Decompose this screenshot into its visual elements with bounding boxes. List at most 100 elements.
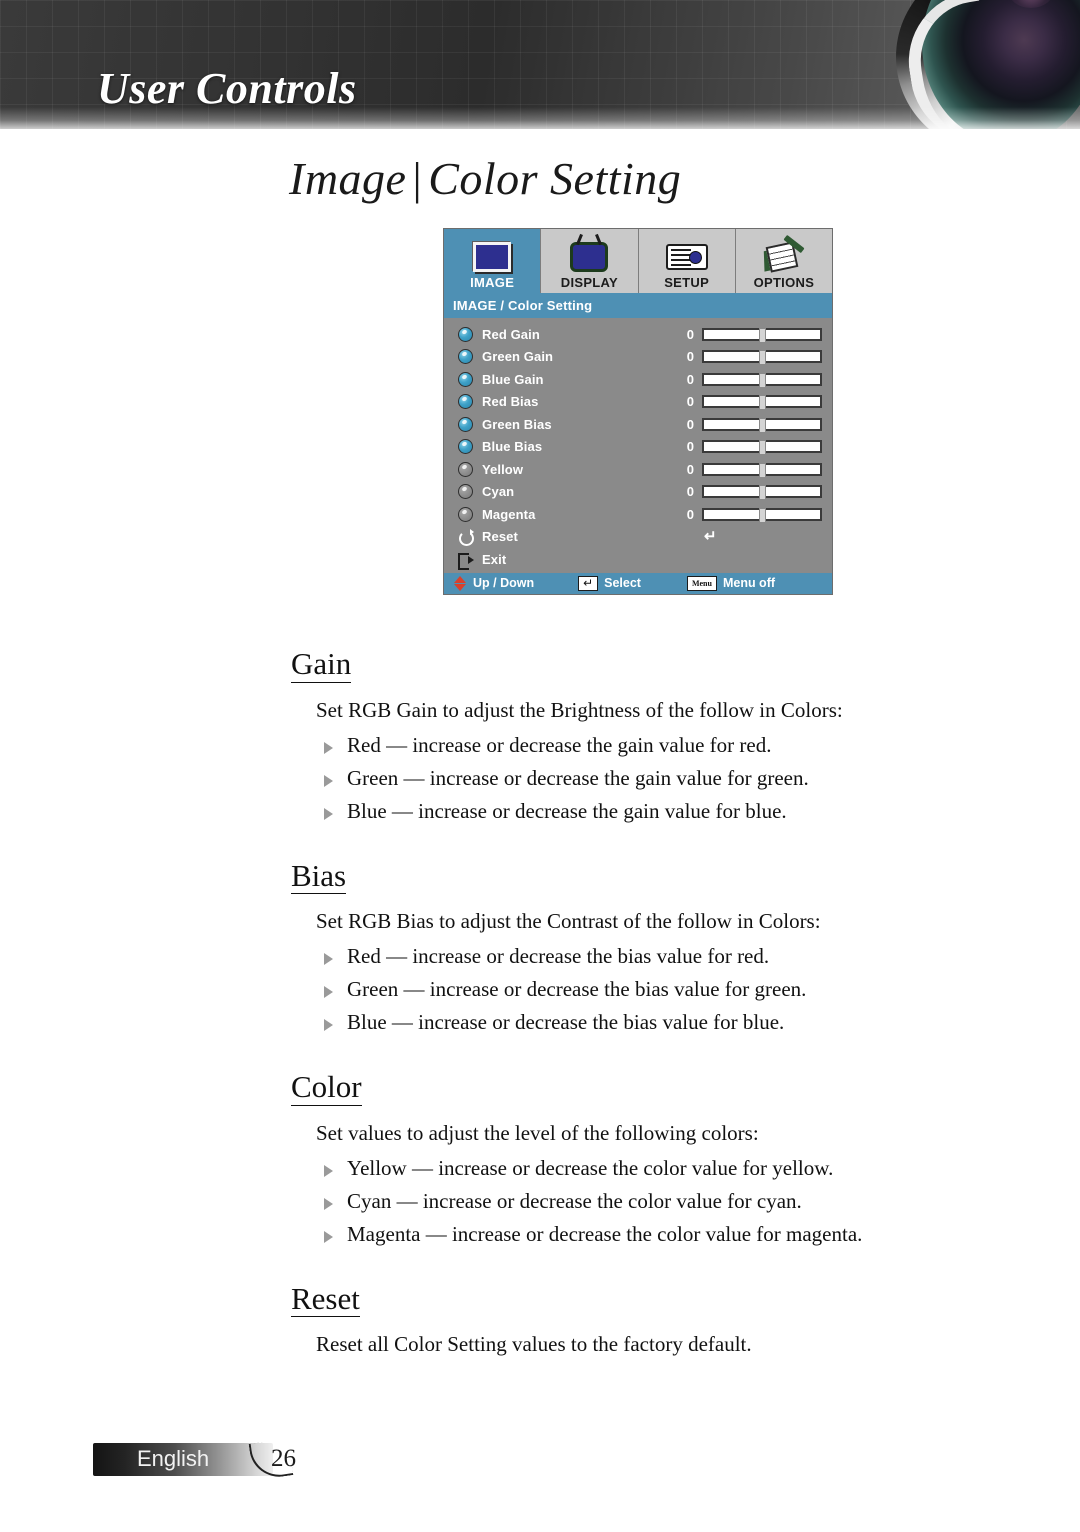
osd-tab-options-label: OPTIONS: [753, 275, 815, 290]
osd-row-value: 0: [686, 506, 694, 522]
osd-tab-image[interactable]: IMAGE: [444, 229, 542, 293]
section-heading: Reset: [291, 1280, 360, 1318]
triangle-bullet-icon: [324, 986, 333, 999]
monitor-icon: [473, 239, 512, 275]
osd-subtitle: IMAGE / Color Setting: [444, 293, 832, 318]
osd-row-value: 0: [686, 394, 694, 410]
osd-row-label: Red Gain: [482, 326, 540, 342]
list-item: Red — increase or decrease the bias valu…: [324, 944, 1080, 969]
list-item-text: Blue — increase or decrease the bias val…: [347, 1010, 785, 1035]
list-item-text: Green — increase or decrease the bias va…: [347, 977, 807, 1002]
osd-row-green-bias[interactable]: Green Bias 0: [444, 413, 832, 436]
section-bias: Bias Set RGB Bias to adjust the Contrast…: [0, 859, 1080, 1036]
up-down-arrows-icon: [454, 575, 467, 591]
knob-off-icon: [458, 506, 473, 522]
slider-yellow[interactable]: [702, 462, 822, 478]
osd-row-reset[interactable]: Reset ↵: [444, 526, 832, 549]
knob-on-icon: [458, 394, 473, 410]
section-intro: Set RGB Bias to adjust the Contrast of t…: [316, 909, 821, 934]
list-item-text: Yellow — increase or decrease the color …: [347, 1155, 834, 1180]
osd-tab-display[interactable]: DISPLAY: [541, 229, 639, 293]
osd-footer-select: ↵ Select: [578, 575, 641, 591]
osd-row-label: Green Gain: [482, 349, 554, 365]
knob-on-icon: [458, 416, 473, 432]
slider-red-bias[interactable]: [702, 395, 822, 411]
list-item: Blue — increase or decrease the bias val…: [324, 1010, 1080, 1035]
triangle-bullet-icon: [324, 1230, 333, 1243]
list-item-text: Red — increase or decrease the gain valu…: [347, 732, 772, 757]
slider-thumb[interactable]: [759, 372, 766, 388]
page-title-left: Image: [289, 153, 407, 204]
osd-row-blue-gain[interactable]: Blue Gain 0: [444, 368, 832, 391]
osd-row-label: Magenta: [482, 506, 536, 522]
triangle-bullet-icon: [324, 1164, 333, 1177]
osd-tab-setup[interactable]: SETUP: [638, 229, 736, 293]
slider-green-bias[interactable]: [702, 417, 822, 433]
knob-off-icon: [458, 461, 473, 477]
triangle-bullet-icon: [324, 953, 333, 966]
enter-key-icon: ↵: [578, 575, 599, 591]
osd-row-list: Red Gain 0 Green Gain 0 Blue Gain 0 Red …: [444, 318, 832, 573]
knob-off-icon: [458, 484, 473, 500]
exit-door-icon: [458, 552, 474, 570]
knob-on-icon: [458, 371, 473, 387]
knob-on-icon: [458, 349, 473, 365]
slider-thumb[interactable]: [759, 440, 766, 456]
slider-thumb[interactable]: [759, 327, 766, 343]
list-item: Green — increase or decrease the bias va…: [324, 977, 1080, 1002]
slider-blue-gain[interactable]: [702, 372, 822, 388]
list-item-text: Green — increase or decrease the gain va…: [347, 765, 809, 790]
slider-green-gain[interactable]: [702, 350, 822, 366]
slider-thumb[interactable]: [759, 462, 766, 478]
list-item: Magenta — increase or decrease the color…: [324, 1222, 1080, 1247]
menu-key-icon: Menu: [686, 575, 717, 591]
triangle-bullet-icon: [324, 774, 333, 787]
section-bullets: Yellow — increase or decrease the color …: [0, 1156, 1080, 1247]
slider-thumb[interactable]: [759, 485, 766, 501]
osd-row-label: Yellow: [482, 461, 524, 477]
footer-language: English: [137, 1446, 210, 1471]
osd-footer-updown-label: Up / Down: [473, 576, 535, 590]
page-title: Image | Color Setting: [289, 152, 681, 205]
osd-row-blue-bias[interactable]: Blue Bias 0: [444, 436, 832, 459]
triangle-bullet-icon: [324, 807, 333, 820]
osd-row-label: Reset: [482, 529, 518, 545]
slider-cyan[interactable]: [702, 485, 822, 501]
knob-on-icon: [458, 439, 473, 455]
list-item: Cyan — increase or decrease the color va…: [324, 1189, 1080, 1214]
osd-menu-panel: IMAGE DISPLAY SETUP OPTIONS IMAGE / Colo…: [443, 228, 833, 595]
section-color: Color Set values to adjust the level of …: [0, 1071, 1080, 1247]
slider-thumb[interactable]: [759, 395, 766, 411]
section-heading: Color: [291, 1069, 362, 1106]
document-body: Gain Set RGB Gain to adjust the Brightne…: [0, 647, 1080, 1357]
banner-title: User Controls: [97, 64, 357, 113]
osd-row-red-bias[interactable]: Red Bias 0: [444, 391, 832, 414]
osd-row-label: Blue Gain: [482, 371, 544, 387]
osd-row-value: 0: [686, 439, 694, 455]
slider-thumb[interactable]: [759, 507, 766, 523]
osd-row-label: Red Bias: [482, 394, 539, 410]
osd-row-magenta[interactable]: Magenta 0: [444, 503, 832, 526]
osd-row-red-gain[interactable]: Red Gain 0: [444, 323, 832, 346]
osd-row-exit[interactable]: Exit: [444, 548, 832, 571]
reset-arrow-icon: [458, 529, 474, 547]
osd-row-value: 0: [686, 371, 694, 387]
osd-row-cyan[interactable]: Cyan 0: [444, 481, 832, 504]
osd-row-value: 0: [686, 349, 694, 365]
osd-footer-updown: Up / Down: [454, 575, 535, 591]
slider-magenta[interactable]: [702, 507, 822, 523]
osd-row-value: 0: [686, 461, 694, 477]
osd-row-green-gain[interactable]: Green Gain 0: [444, 346, 832, 369]
osd-row-yellow[interactable]: Yellow 0: [444, 458, 832, 481]
osd-tab-setup-label: SETUP: [664, 275, 710, 290]
slider-blue-bias[interactable]: [702, 440, 822, 456]
osd-tab-options[interactable]: OPTIONS: [735, 229, 832, 293]
list-item: Green — increase or decrease the gain va…: [324, 766, 1080, 791]
osd-footer-select-label: Select: [604, 576, 641, 590]
slider-thumb[interactable]: [759, 417, 766, 433]
slider-red-gain[interactable]: [702, 327, 822, 343]
slider-thumb[interactable]: [759, 350, 766, 366]
osd-row-label: Blue Bias: [482, 439, 543, 455]
list-item: Red — increase or decrease the gain valu…: [324, 733, 1080, 758]
section-intro: Set values to adjust the level of the fo…: [316, 1120, 759, 1145]
